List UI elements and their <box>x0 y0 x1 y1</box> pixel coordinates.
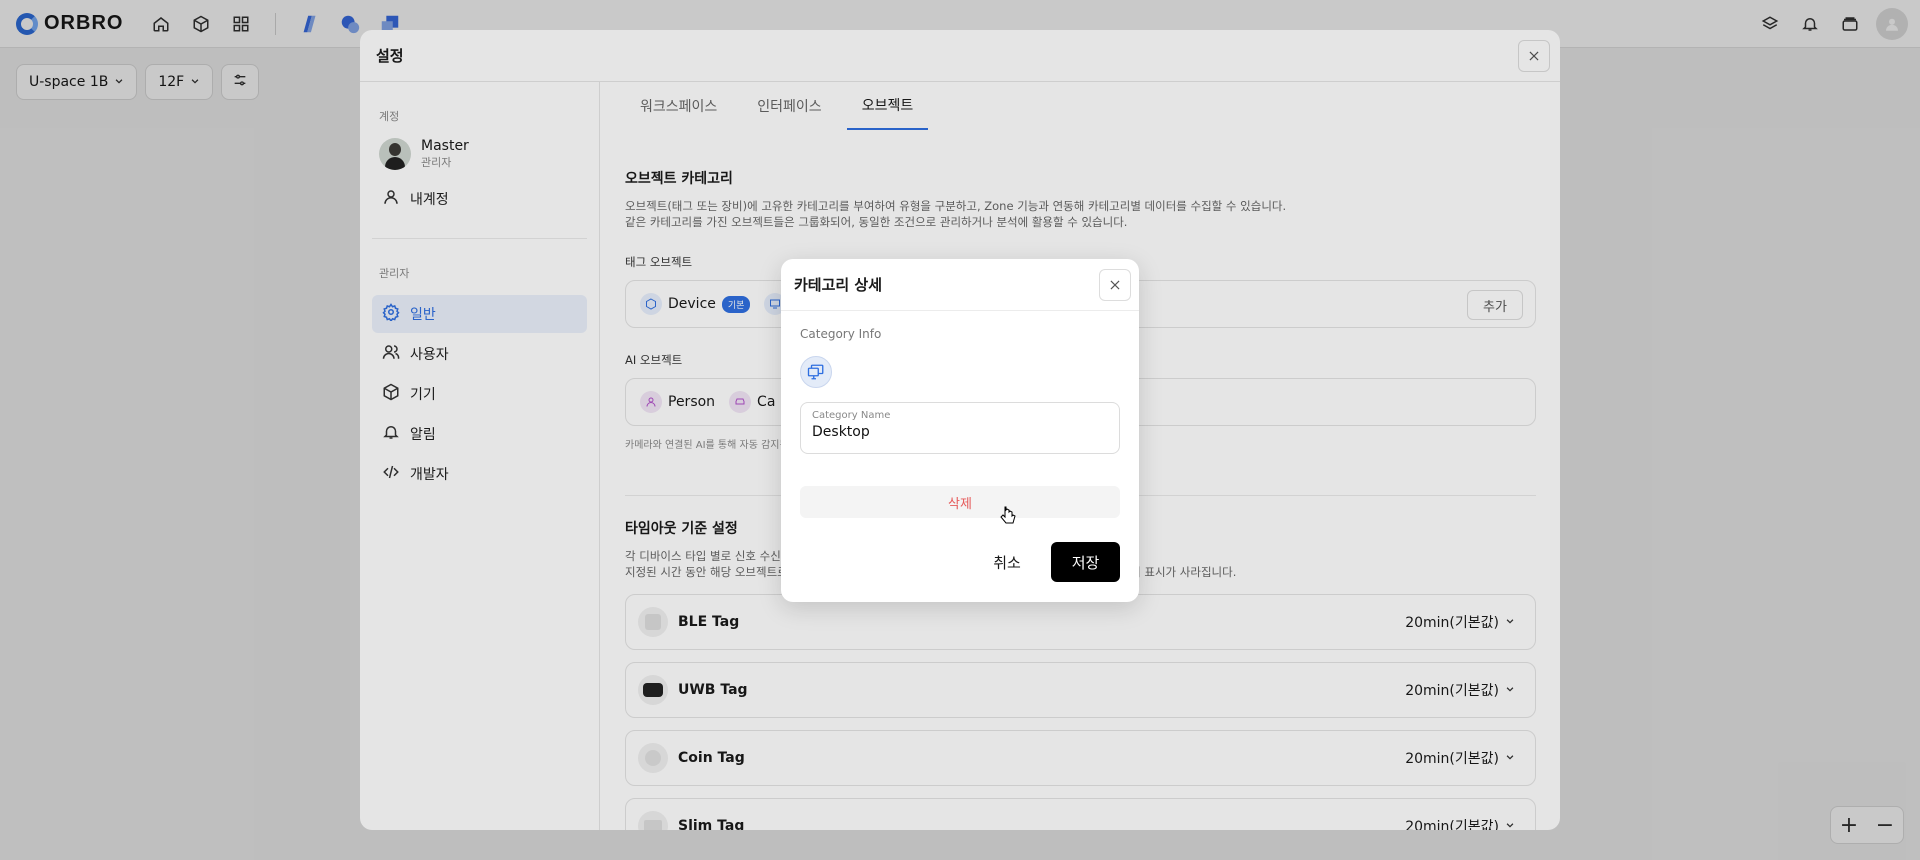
field-label: Category Name <box>812 410 891 421</box>
dialog-close-button[interactable] <box>1099 269 1131 301</box>
pointer-cursor-icon <box>1000 505 1016 529</box>
cancel-button[interactable]: 취소 <box>977 542 1037 582</box>
category-detail-dialog: 카테고리 상세 Category Info Category Name Desk… <box>781 259 1139 602</box>
category-info-label: Category Info <box>800 327 882 341</box>
save-button[interactable]: 저장 <box>1051 542 1120 582</box>
desktop-icon[interactable] <box>800 356 832 388</box>
category-name-field[interactable]: Category Name Desktop <box>800 402 1120 454</box>
dialog-title: 카테고리 상세 <box>781 259 1139 311</box>
delete-button[interactable]: 삭제 <box>800 486 1120 518</box>
close-icon <box>1110 280 1120 290</box>
category-name-value[interactable]: Desktop <box>812 424 1108 440</box>
